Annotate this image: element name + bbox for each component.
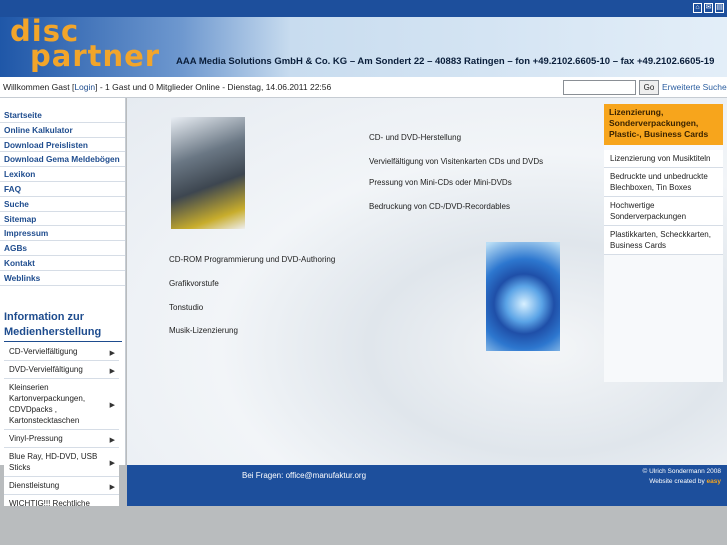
submenu-label: Dienstleistung — [9, 481, 60, 490]
triangle-right-icon: ▶ — [109, 483, 115, 491]
menu-item-lexikon[interactable]: Lexikon — [0, 167, 125, 182]
submenu-item[interactable]: CD-Vervielfältigung ▶ — [4, 343, 119, 361]
mail-icon[interactable]: ✉ — [704, 3, 713, 13]
welcome-suffix: ] - 1 Gast und 0 Mitglieder Online - Die… — [95, 82, 332, 92]
print-icon[interactable]: ▤ — [715, 3, 724, 13]
triangle-right-icon: ▶ — [109, 460, 115, 467]
link-musik-lizenzierung[interactable]: Musik-Lizenzierung — [169, 326, 238, 335]
submenu-label: Vinyl-Pressung — [9, 434, 63, 443]
copyright: © Ulrich Sondermann 2008 Website created… — [643, 467, 722, 487]
created-by: Website created by easy — [643, 477, 721, 487]
right-item[interactable]: Lizenzierung von Musiktiteln — [604, 150, 723, 168]
contact-text: Bei Fragen: office@manufaktur.org — [242, 471, 367, 480]
menu-item-download-preislisten[interactable]: Download Preislisten — [0, 138, 125, 153]
login-link[interactable]: Login — [74, 82, 95, 92]
triangle-right-icon: ▶ — [109, 349, 115, 357]
link-visitenkarten-cds[interactable]: Vervielfältigung von Visitenkarten CDs u… — [369, 157, 543, 166]
link-bedruckung[interactable]: Bedruckung von CD-/DVD-Recordables — [369, 202, 510, 211]
user-bar: Willkommen Gast [Login] - 1 Gast und 0 M… — [0, 77, 727, 98]
submenu-label: DVD-Vervielfältigung — [9, 365, 83, 374]
footer: Bei Fragen: office@manufaktur.org © Ulri… — [127, 465, 727, 506]
info-title: Information zur Medienherstellung — [4, 310, 101, 340]
menu-item-faq[interactable]: FAQ — [0, 182, 125, 197]
submenu-item[interactable]: DVD-Vervielfältigung ▶ — [4, 361, 119, 379]
created-prefix: Website created by — [649, 478, 705, 485]
home-icon[interactable]: ⌂ — [693, 3, 702, 13]
triangle-right-icon: ▶ — [109, 402, 115, 409]
top-bar: ⌂ ✉ ▤ — [0, 0, 727, 17]
link-grafikvorstufe[interactable]: Grafikvorstufe — [169, 279, 219, 288]
link-mini-cds[interactable]: Pressung von Mini-CDs oder Mini-DVDs — [369, 178, 512, 187]
cd-disc-image — [486, 242, 560, 351]
submenu-item[interactable]: Vinyl-Pressung ▶ — [4, 430, 119, 448]
menu-item-suche[interactable]: Suche — [0, 197, 125, 212]
right-list: Lizenzierung von Musiktiteln Bedruckte u… — [604, 150, 723, 255]
company-info: AAA Media Solutions GmbH & Co. KG – Am S… — [176, 56, 715, 67]
submenu-label: Kleinserien Kartonverpackungen, CDVDpack… — [9, 383, 86, 425]
top-icons: ⌂ ✉ ▤ — [693, 3, 724, 13]
triangle-right-icon: ▶ — [109, 367, 115, 375]
triangle-right-icon: ▶ — [109, 436, 115, 444]
menu-item-startseite[interactable]: Startseite — [0, 108, 125, 123]
link-cd-dvd-herstellung[interactable]: CD- und DVD-Herstellung — [369, 133, 461, 142]
menu-item-weblinks[interactable]: Weblinks — [0, 271, 125, 286]
menu-item-sitemap[interactable]: Sitemap — [0, 212, 125, 227]
easy-link[interactable]: easy — [707, 478, 721, 485]
submenu-item[interactable]: Dienstleistung ▶ — [4, 477, 119, 495]
divider — [4, 341, 122, 342]
page-bottom — [0, 506, 727, 545]
right-sidebar: Lizenzierung, Sonderverpackungen, Plasti… — [604, 104, 723, 382]
advanced-search-link[interactable]: Erweiterte Suche — [662, 82, 727, 92]
menu-item-online-kalkulator[interactable]: Online Kalkulator — [0, 123, 125, 138]
submenu-label: Blue Ray, HD-DVD, USB Sticks — [9, 452, 98, 472]
main-menu: Startseite Online Kalkulator Download Pr… — [0, 108, 125, 286]
copyright-text: © Ulrich Sondermann 2008 — [642, 468, 722, 475]
menu-item-impressum[interactable]: Impressum — [0, 226, 125, 242]
header-banner: disc partner AAA Media Solutions GmbH & … — [0, 17, 727, 77]
link-cdrom-programmierung[interactable]: CD-ROM Programmierung und DVD-Authoring — [169, 255, 335, 264]
cd-stack-image — [171, 117, 245, 229]
right-item[interactable]: Plastikkarten, Scheckkarten, Business Ca… — [604, 226, 723, 255]
logo-line2: partner — [30, 39, 161, 73]
right-item[interactable]: Hochwertige Sonderverpackungen — [604, 197, 723, 226]
search-input[interactable] — [563, 80, 636, 95]
submenu-item[interactable]: Kleinserien Kartonverpackungen, CDVDpack… — [4, 379, 119, 430]
submenu-label: CD-Vervielfältigung — [9, 347, 78, 356]
info-title-line1: Information zur — [4, 311, 85, 323]
right-header: Lizenzierung, Sonderverpackungen, Plasti… — [604, 104, 723, 145]
submenu-item[interactable]: Blue Ray, HD-DVD, USB Sticks ▶ — [4, 448, 119, 477]
welcome-prefix: Willkommen Gast [ — [3, 82, 75, 92]
menu-item-kontakt[interactable]: Kontakt — [0, 256, 125, 271]
info-title-line2: Medienherstellung — [4, 326, 102, 338]
link-tonstudio[interactable]: Tonstudio — [169, 303, 203, 312]
welcome-text: Willkommen Gast [Login] - 1 Gast und 0 M… — [3, 82, 331, 92]
menu-item-download-gema[interactable]: Download Gema Meldebögen — [0, 152, 125, 168]
go-button[interactable]: Go — [639, 80, 659, 95]
right-item[interactable]: Bedruckte und unbedruckte Blechboxen, Ti… — [604, 168, 723, 197]
logo[interactable]: disc partner — [10, 17, 161, 73]
menu-item-agbs[interactable]: AGBs — [0, 241, 125, 256]
